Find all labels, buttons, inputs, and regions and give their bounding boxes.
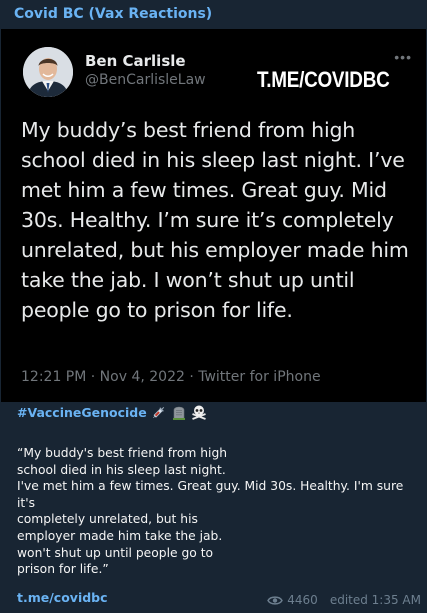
author-name: Ben Carlisle bbox=[85, 52, 186, 70]
view-count: 4460 bbox=[287, 593, 318, 607]
watermark: T.ME/COVIDBC bbox=[257, 67, 390, 92]
tweet-meta: 12:21 PM · Nov 4, 2022 · Twitter for iPh… bbox=[21, 369, 321, 385]
avatar-photo bbox=[23, 47, 73, 97]
hashtag-row: #VaccineGenocide bbox=[17, 404, 207, 420]
more-dots-icon: ••• bbox=[394, 49, 412, 65]
tweet-screenshot[interactable]: Ben Carlisle @BenCarlisleLaw ••• T.ME/CO… bbox=[1, 29, 426, 402]
avatar bbox=[23, 47, 73, 97]
message-bubble: Covid BC (Vax Reactions) Ben Carlisle @B… bbox=[0, 0, 427, 613]
edited-time: edited 1:35 AM bbox=[329, 593, 421, 607]
message-footer: 4460 edited 1:35 AM bbox=[267, 593, 421, 607]
skull-crossbones-icon bbox=[191, 405, 206, 420]
tweet-text: My buddy’s best friend from high school … bbox=[21, 118, 409, 322]
syringe-icon bbox=[152, 406, 164, 418]
message-quote: “My buddy's best friend from high school… bbox=[17, 446, 404, 577]
channel-link[interactable]: t.me/covidbc bbox=[17, 590, 108, 605]
headstone-icon bbox=[172, 406, 185, 420]
hashtag-link[interactable]: #VaccineGenocide bbox=[17, 405, 147, 420]
channel-title[interactable]: Covid BC (Vax Reactions) bbox=[14, 6, 212, 22]
eye-icon bbox=[267, 595, 284, 605]
author-handle: @BenCarlisleLaw bbox=[85, 72, 206, 88]
